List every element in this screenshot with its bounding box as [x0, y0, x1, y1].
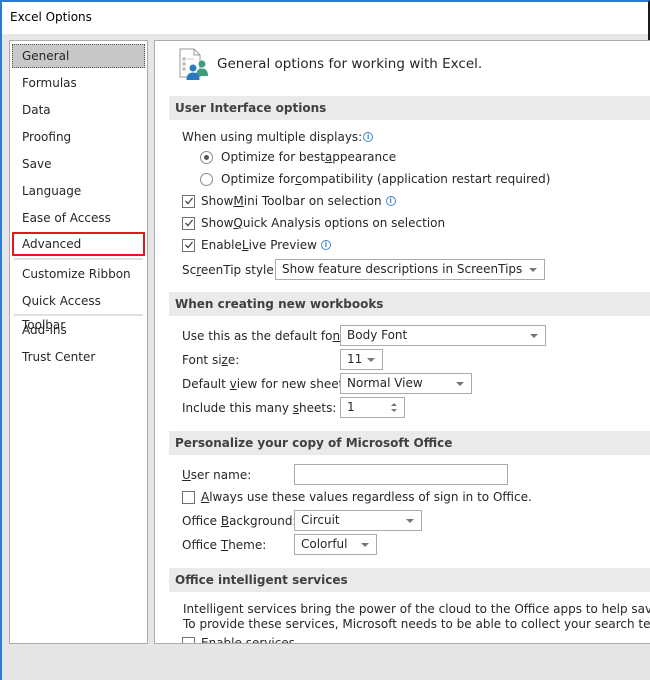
sheets-count-label: Include this many sheets:: [182, 401, 337, 415]
intelligent-services-description-2: To provide these services, Microsoft nee…: [183, 617, 650, 631]
radio-button[interactable]: [200, 172, 213, 186]
screentip-style-label: ScreenTip style:: [182, 263, 278, 277]
default-view-label: Default view for new sheets:: [182, 377, 354, 391]
sidebar-item-ease-of-access[interactable]: Ease of Access: [12, 206, 145, 230]
chevron-down-icon: [456, 382, 464, 386]
checkbox[interactable]: [182, 194, 195, 208]
section-new-workbooks: When creating new workbooks: [169, 292, 650, 316]
chevron-down-icon: [530, 334, 538, 338]
excel-options-window: Excel Options General Formulas Data Proo…: [0, 0, 650, 680]
checkbox-mini-toolbar[interactable]: Show Mini Toolbar on selection i: [182, 194, 396, 208]
section-intelligent-services: Office intelligent services: [169, 568, 650, 592]
info-icon[interactable]: i: [320, 240, 331, 250]
checkmark-icon: [184, 241, 193, 249]
info-icon[interactable]: i: [363, 132, 374, 142]
office-background-label: Office Background:: [182, 514, 297, 528]
chevron-down-icon: [367, 358, 375, 362]
intelligent-services-description: Intelligent services bring the power of …: [183, 602, 650, 616]
options-content: General options for working with Excel. …: [154, 40, 650, 644]
office-theme-label: Office Theme:: [182, 538, 267, 552]
office-background-dropdown[interactable]: Circuit: [294, 510, 422, 531]
sidebar-item-advanced[interactable]: Advanced: [12, 232, 145, 256]
sidebar-item-trust-center[interactable]: Trust Center: [12, 345, 145, 369]
checkbox[interactable]: [182, 490, 195, 504]
chevron-down-icon: [529, 268, 537, 272]
multiple-displays-label: When using multiple displays: i: [182, 130, 374, 144]
default-font-label: Use this as the default font:: [182, 329, 349, 343]
chevron-down-icon: [361, 543, 369, 547]
general-options-icon: [179, 48, 208, 80]
sidebar-item-language[interactable]: Language: [12, 179, 145, 203]
font-size-label: Font size:: [182, 353, 240, 367]
title-bar: Excel Options: [2, 2, 648, 34]
sidebar-item-data[interactable]: Data: [12, 98, 145, 122]
office-theme-dropdown[interactable]: Colorful: [294, 534, 377, 555]
sidebar-item-add-ins[interactable]: Add-ins: [12, 318, 145, 342]
default-view-dropdown[interactable]: Normal View: [340, 373, 472, 394]
info-icon[interactable]: i: [385, 196, 396, 206]
checkbox-live-preview[interactable]: Enable Live Preview i: [182, 238, 331, 252]
spin-down-icon[interactable]: [391, 409, 397, 412]
checkmark-icon: [184, 219, 193, 227]
checkbox[interactable]: [182, 238, 195, 252]
checkbox-quick-analysis[interactable]: Show Quick Analysis options on selection: [182, 216, 445, 230]
section-user-interface: User Interface options: [169, 96, 650, 120]
sidebar-item-customize-ribbon[interactable]: Customize Ribbon: [12, 262, 145, 286]
user-name-input[interactable]: [294, 464, 508, 485]
sheets-count-spinner[interactable]: 1: [340, 397, 405, 418]
default-font-dropdown[interactable]: Body Font: [340, 325, 546, 346]
font-size-dropdown[interactable]: 11: [340, 349, 383, 370]
page-header: General options for working with Excel.: [177, 48, 483, 80]
page-title: General options for working with Excel.: [217, 56, 483, 72]
checkbox-enable-services[interactable]: Enable services: [182, 636, 295, 643]
radio-optimize-compatibility[interactable]: Optimize for c ompatibility (application …: [200, 172, 550, 186]
radio-button[interactable]: [200, 150, 213, 164]
sidebar-nav: General Formulas Data Proofing Save Lang…: [9, 40, 148, 644]
user-name-label: User name:: [182, 468, 252, 482]
dialog-footer: [2, 644, 650, 680]
screentip-style-dropdown[interactable]: Show feature descriptions in ScreenTips: [275, 259, 545, 280]
sidebar-item-quick-access-toolbar[interactable]: Quick Access Toolbar: [12, 289, 145, 332]
sidebar-item-general[interactable]: General: [12, 44, 145, 68]
checkbox-always-use-values[interactable]: Always use these values regardless of si…: [182, 490, 532, 504]
sidebar-item-proofing[interactable]: Proofing: [12, 125, 145, 149]
sidebar-divider: [14, 258, 143, 260]
section-personalize: Personalize your copy of Microsoft Offic…: [169, 431, 650, 455]
spin-up-icon[interactable]: [391, 403, 397, 406]
chevron-down-icon: [406, 519, 414, 523]
sidebar-item-formulas[interactable]: Formulas: [12, 71, 145, 95]
radio-optimize-appearance[interactable]: Optimize for best a ppearance: [200, 150, 396, 164]
window-title: Excel Options: [10, 10, 92, 24]
sidebar-divider: [14, 314, 143, 316]
checkbox[interactable]: [182, 636, 195, 643]
sidebar-item-save[interactable]: Save: [12, 152, 145, 176]
checkbox[interactable]: [182, 216, 195, 230]
checkmark-icon: [184, 197, 193, 205]
